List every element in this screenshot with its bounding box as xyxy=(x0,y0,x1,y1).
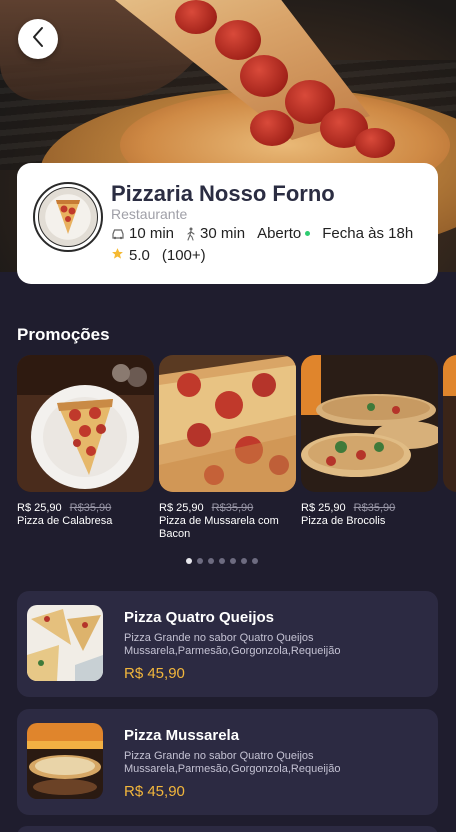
star-icon xyxy=(111,247,124,264)
product-price: R$ 45,90 xyxy=(124,783,185,800)
restaurant-info: 10 min 30 min Aberto Fecha às 18h xyxy=(111,225,425,242)
promo-image xyxy=(159,355,296,492)
product-card-peek[interactable] xyxy=(17,826,438,832)
pagination-dot[interactable] xyxy=(208,558,214,564)
product-card[interactable]: Pizza Quatro Queijos Pizza Grande no sab… xyxy=(17,591,438,697)
pagination-dot[interactable] xyxy=(186,558,192,564)
delivery-time: 10 min xyxy=(129,225,175,242)
walk-time: 30 min xyxy=(200,225,246,242)
promotions-title: Promoções xyxy=(17,325,110,344)
promo-card-peek[interactable] xyxy=(443,355,456,492)
pagination-dot[interactable] xyxy=(197,558,203,564)
promo-image xyxy=(17,355,154,492)
restaurant-logo xyxy=(33,182,103,252)
pagination-dot[interactable] xyxy=(219,558,225,564)
product-image xyxy=(27,723,103,799)
promo-old-price: R$35,90 xyxy=(69,502,112,514)
pagination-dot[interactable] xyxy=(241,558,247,564)
restaurant-card: Pizzaria Nosso Forno Restaurante 10 min … xyxy=(17,163,438,284)
product-image xyxy=(27,605,103,681)
restaurant-type: Restaurante xyxy=(111,206,188,222)
car-icon xyxy=(111,228,125,240)
open-status: Aberto xyxy=(257,225,302,242)
promo-price: R$ 25,90 xyxy=(17,502,62,514)
product-name: Pizza Quatro Queijos xyxy=(124,609,275,626)
promo-price: R$ 25,90 xyxy=(159,502,204,514)
status-dot xyxy=(305,231,311,236)
product-description: Pizza Grande no sabor Quatro Queijos Mus… xyxy=(124,632,341,657)
restaurant-name: Pizzaria Nosso Forno xyxy=(111,181,335,206)
promo-name: Pizza de Brocolis xyxy=(301,515,386,527)
product-card[interactable]: Pizza Mussarela Pizza Grande no sabor Qu… xyxy=(17,709,438,815)
chevron-left-icon xyxy=(31,26,45,53)
pagination-dot[interactable] xyxy=(252,558,258,564)
product-price: R$ 45,90 xyxy=(124,665,185,682)
restaurant-rating: 5.0 (100+) xyxy=(111,247,206,264)
back-button[interactable] xyxy=(18,19,58,59)
pagination-dot[interactable] xyxy=(230,558,236,564)
product-description: Pizza Grande no sabor Quatro Queijos Mus… xyxy=(124,750,341,775)
closing-time: Fecha às 18h xyxy=(322,225,414,242)
promo-name: Pizza de Mussarela com Bacon xyxy=(159,515,279,540)
rating-value: 5.0 xyxy=(129,247,150,264)
promo-card-brocolis[interactable]: R$ 25,90 R$35,90 Pizza de Brocolis xyxy=(301,355,438,528)
promo-price: R$ 25,90 xyxy=(301,502,346,514)
promo-image xyxy=(301,355,438,492)
promo-card-mussarela-bacon[interactable]: R$ 25,90 R$35,90 Pizza de Mussarela com … xyxy=(159,355,296,541)
promo-image xyxy=(443,355,456,492)
promotions-carousel[interactable]: R$ 25,90 R$35,90 Pizza de Calabresa R$ 2… xyxy=(17,355,456,545)
promo-card-calabresa[interactable]: R$ 25,90 R$35,90 Pizza de Calabresa xyxy=(17,355,154,528)
review-count: (100+) xyxy=(161,247,206,264)
carousel-pagination xyxy=(186,558,263,564)
walking-icon xyxy=(186,227,196,241)
product-name: Pizza Mussarela xyxy=(124,727,240,744)
promo-old-price: R$35,90 xyxy=(211,502,254,514)
promo-name: Pizza de Calabresa xyxy=(17,515,113,527)
promo-old-price: R$35,90 xyxy=(353,502,396,514)
